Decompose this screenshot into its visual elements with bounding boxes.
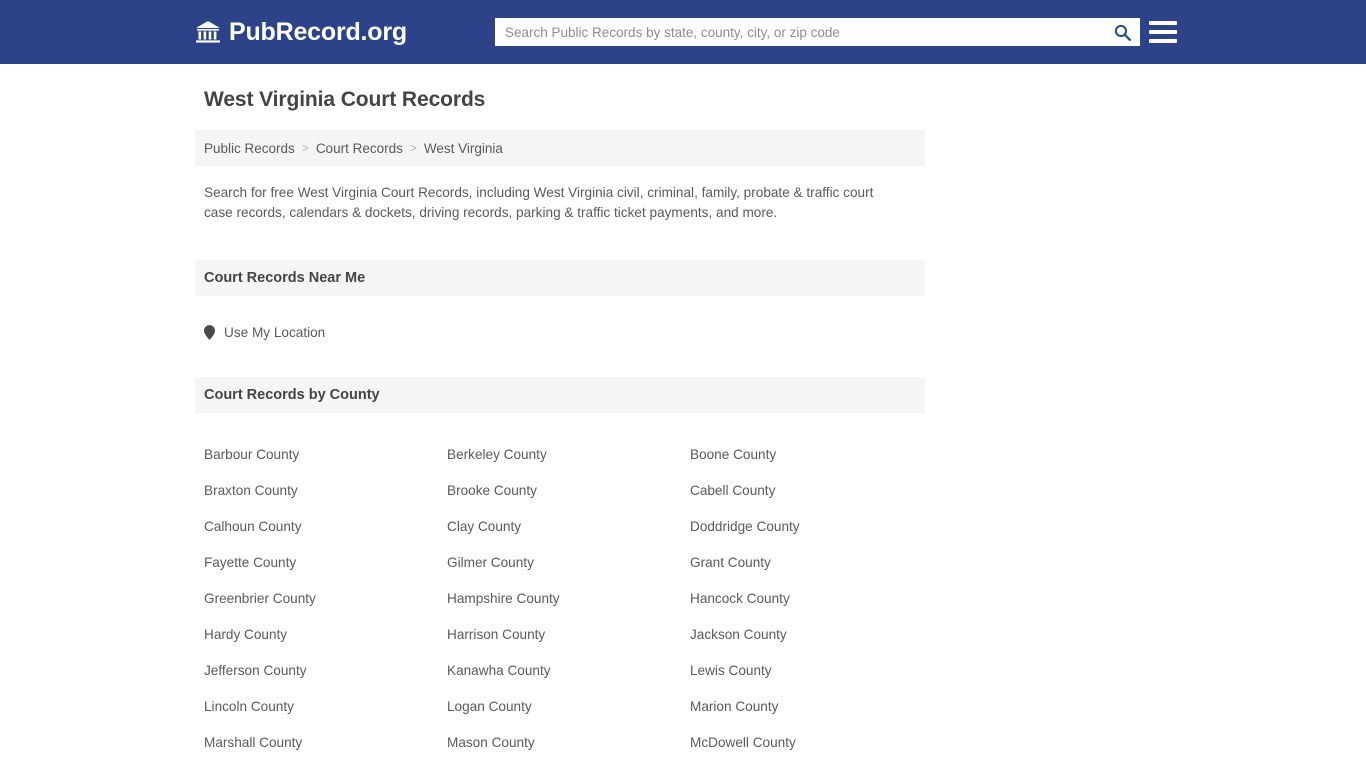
use-my-location-label: Use My Location <box>224 325 326 340</box>
section-title-near-me: Court Records Near Me <box>204 270 366 286</box>
search-icon <box>1114 24 1131 41</box>
county-link[interactable]: Gilmer County <box>447 545 690 581</box>
menu-bar-2 <box>1149 30 1177 34</box>
page-description: Search for free West Virginia Court Reco… <box>204 185 874 220</box>
county-link[interactable]: Fayette County <box>204 545 447 581</box>
county-link[interactable]: Harrison County <box>447 617 690 653</box>
county-link[interactable]: Grant County <box>690 545 933 581</box>
county-link[interactable]: Calhoun County <box>204 509 447 545</box>
hamburger-menu-icon[interactable] <box>1149 18 1177 46</box>
site-logo-link[interactable]: PubRecord.org <box>195 18 407 47</box>
county-link[interactable]: Marion County <box>690 689 933 725</box>
menu-bar-1 <box>1149 21 1177 25</box>
site-logo-text: PubRecord.org <box>229 17 407 46</box>
county-link[interactable]: Hardy County <box>204 617 447 653</box>
section-header-by-county: Court Records by County <box>195 377 925 413</box>
use-my-location-link[interactable]: Use My Location <box>204 325 325 340</box>
map-pin-icon <box>204 325 215 340</box>
county-link[interactable]: Mercer County <box>204 761 447 768</box>
county-link[interactable]: Doddridge County <box>690 509 933 545</box>
breadcrumb-item-court-records[interactable]: Court Records <box>316 141 403 156</box>
bank-building-icon <box>195 20 221 44</box>
menu-bar-3 <box>1149 39 1177 43</box>
county-links-grid: Barbour County Berkeley County Boone Count… <box>204 437 925 768</box>
county-link[interactable]: Cabell County <box>690 473 933 509</box>
county-link[interactable]: Hampshire County <box>447 581 690 617</box>
breadcrumb-item-public-records[interactable]: Public Records <box>204 141 295 156</box>
county-link[interactable]: Logan County <box>447 689 690 725</box>
section-header-near-me: Court Records Near Me <box>195 260 925 296</box>
county-link[interactable]: Marshall County <box>204 725 447 761</box>
county-link[interactable]: Lincoln County <box>204 689 447 725</box>
county-link[interactable]: Mason County <box>447 725 690 761</box>
site-header: PubRecord.org <box>0 0 1366 64</box>
page-title: West Virginia Court Records <box>204 88 486 111</box>
county-link[interactable]: Lewis County <box>690 653 933 689</box>
search-input[interactable] <box>495 19 1104 45</box>
county-link[interactable]: Jackson County <box>690 617 933 653</box>
county-link[interactable]: Hancock County <box>690 581 933 617</box>
breadcrumb-separator-2: > <box>409 141 417 155</box>
county-link[interactable]: Mingo County <box>690 761 933 768</box>
section-title-by-county: Court Records by County <box>204 387 380 403</box>
county-link[interactable]: Mineral County <box>447 761 690 768</box>
breadcrumb-separator-1: > <box>301 141 309 155</box>
search-bar <box>495 18 1140 46</box>
county-link[interactable]: Kanawha County <box>447 653 690 689</box>
breadcrumb: Public Records > Court Records > West Vi… <box>195 130 925 166</box>
county-link[interactable]: Boone County <box>690 437 933 473</box>
breadcrumb-item-west-virginia: West Virginia <box>423 140 503 156</box>
county-link[interactable]: Clay County <box>447 509 690 545</box>
county-link[interactable]: Berkeley County <box>447 437 690 473</box>
county-link[interactable]: Barbour County <box>204 437 447 473</box>
main-content: West Virginia Court Records Public Recor… <box>195 64 925 768</box>
county-link[interactable]: Brooke County <box>447 473 690 509</box>
county-link[interactable]: Braxton County <box>204 473 447 509</box>
county-link[interactable]: Jefferson County <box>204 653 447 689</box>
county-link[interactable]: Greenbrier County <box>204 581 447 617</box>
county-link[interactable]: McDowell County <box>690 725 933 761</box>
search-submit-button[interactable] <box>1104 18 1140 46</box>
